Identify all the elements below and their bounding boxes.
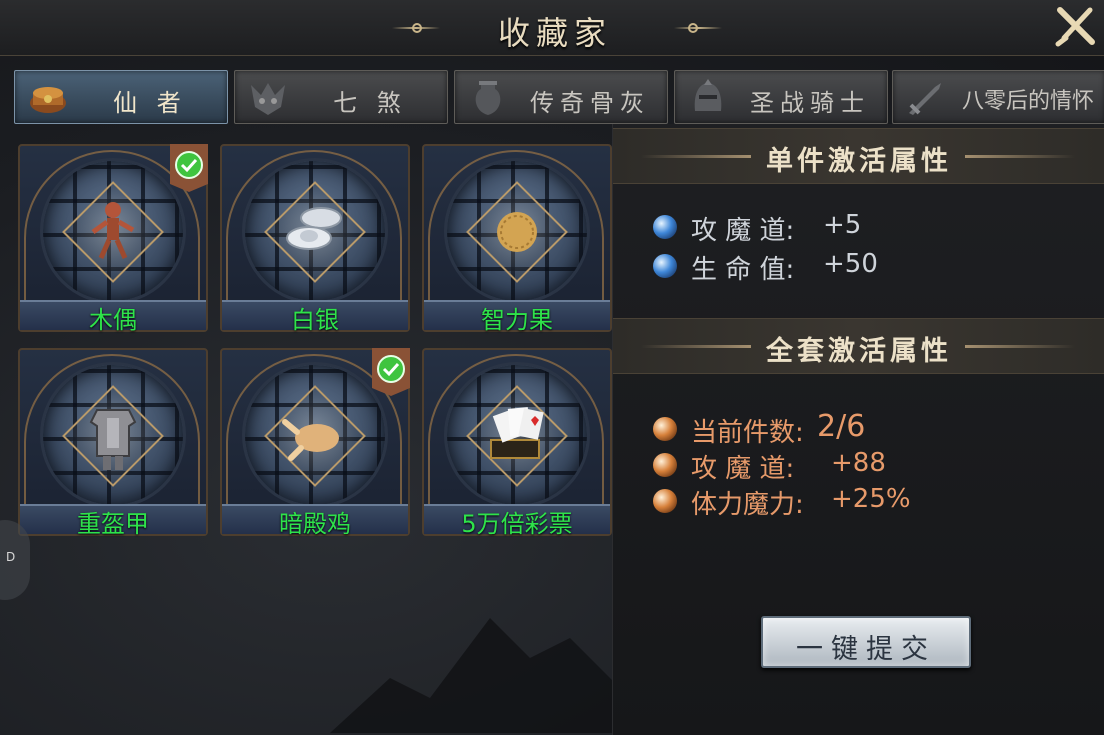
armor-icon [89, 409, 137, 470]
blue-gem-icon [653, 215, 677, 239]
header-ornament-left [641, 155, 751, 158]
knight-helmet-icon [694, 79, 722, 111]
header-ornament-right [965, 155, 1075, 158]
collected-check-icon [372, 348, 410, 396]
category-tabs: 仙 者 七 煞 传奇骨灰 圣战骑士 八零后的情怀 [14, 70, 1104, 124]
header-ornament-right [965, 345, 1075, 348]
fruit-icon [497, 212, 537, 252]
item-card-lottery[interactable]: 5万倍彩票 [422, 348, 612, 538]
attr-value: +25% [831, 484, 911, 514]
single-set-header: 单件激活属性 [613, 128, 1104, 184]
header-ornament-left [641, 345, 751, 348]
mountain-decoration [330, 618, 620, 733]
tab-label: 仙 者 [113, 89, 187, 117]
collector-window: 收藏家 仙 者 七 煞 传奇骨灰 圣战骑士 八零后的情怀 木偶 白银 智力果 重… [0, 0, 1104, 735]
attr-label: 体力魔力: [691, 490, 804, 520]
item-card-heavy-armor[interactable]: 重盔甲 [18, 348, 208, 538]
tab-holy-knight[interactable]: 圣战骑士 [674, 70, 888, 124]
full-set-title: 全套激活属性 [766, 336, 952, 367]
attr-value: +5 [823, 210, 862, 240]
roast-chicken-icon [282, 419, 339, 461]
title-bar: 收藏家 [0, 0, 1104, 56]
orange-gem-icon [653, 453, 677, 477]
window-title: 收藏家 [497, 14, 612, 52]
item-name: 5万倍彩票 [461, 510, 573, 538]
orange-gem-icon [653, 417, 677, 441]
set-count-value: 2/6 [817, 409, 866, 444]
urn-icon [475, 81, 501, 115]
title-ornament-dot-left [412, 23, 422, 33]
tab-label: 圣战骑士 [750, 89, 870, 117]
tab-label: 八零后的情怀 [961, 89, 1094, 114]
collected-check-icon [170, 144, 208, 192]
tab-legend-ashes[interactable]: 传奇骨灰 [454, 70, 668, 124]
attr-label: 生 命 值: [691, 255, 795, 285]
item-card-dark-hall-chicken[interactable]: 暗殿鸡 [220, 348, 410, 538]
item-name: 智力果 [481, 306, 553, 334]
tab-label: 七 煞 [333, 89, 407, 117]
tab-xianzhe[interactable]: 仙 者 [14, 70, 228, 124]
attr-label: 当前件数: [691, 418, 804, 448]
treasure-chest-icon [30, 87, 66, 113]
sword-icon [909, 83, 941, 115]
item-card-puppet[interactable]: 木偶 [18, 144, 208, 334]
item-name: 白银 [291, 306, 339, 334]
full-set-header: 全套激活属性 [613, 318, 1104, 374]
tab-qisha[interactable]: 七 煞 [234, 70, 448, 124]
item-card-silver[interactable]: 白银 [220, 144, 410, 334]
close-button[interactable] [1050, 2, 1100, 52]
tab-label: 传奇骨灰 [530, 89, 650, 117]
close-icon [1055, 7, 1095, 47]
submit-all-button[interactable]: 一键提交 [761, 616, 971, 668]
attr-label: 攻 魔 道: [691, 454, 795, 484]
orange-gem-icon [653, 489, 677, 513]
attr-value: +88 [831, 448, 886, 478]
tab-80s-nostalgia[interactable]: 八零后的情怀 [892, 70, 1104, 124]
attributes-panel: 单件激活属性 攻 魔 道: +5 生 命 值: +50 全套激活属性 当前件数:… [612, 124, 1104, 735]
side-handle-label: D [6, 550, 16, 564]
attr-value: +50 [823, 249, 878, 279]
single-set-title: 单件激活属性 [766, 146, 952, 177]
silver-ingot-icon [286, 207, 342, 250]
submit-label: 一键提交 [796, 634, 936, 665]
puppet-icon [91, 202, 135, 260]
title-ornament-right [674, 27, 722, 29]
attr-label: 攻 魔 道: [691, 216, 795, 246]
item-name: 木偶 [89, 306, 137, 334]
item-grid: 木偶 白银 智力果 重盔甲 暗殿鸡 5万倍彩票 [0, 128, 620, 735]
item-card-wisdom-fruit[interactable]: 智力果 [422, 144, 612, 334]
demon-mask-icon [251, 83, 285, 115]
blue-gem-icon [653, 254, 677, 278]
item-name: 暗殿鸡 [279, 510, 351, 538]
item-name: 重盔甲 [77, 510, 149, 538]
lottery-cards-icon [490, 407, 544, 459]
